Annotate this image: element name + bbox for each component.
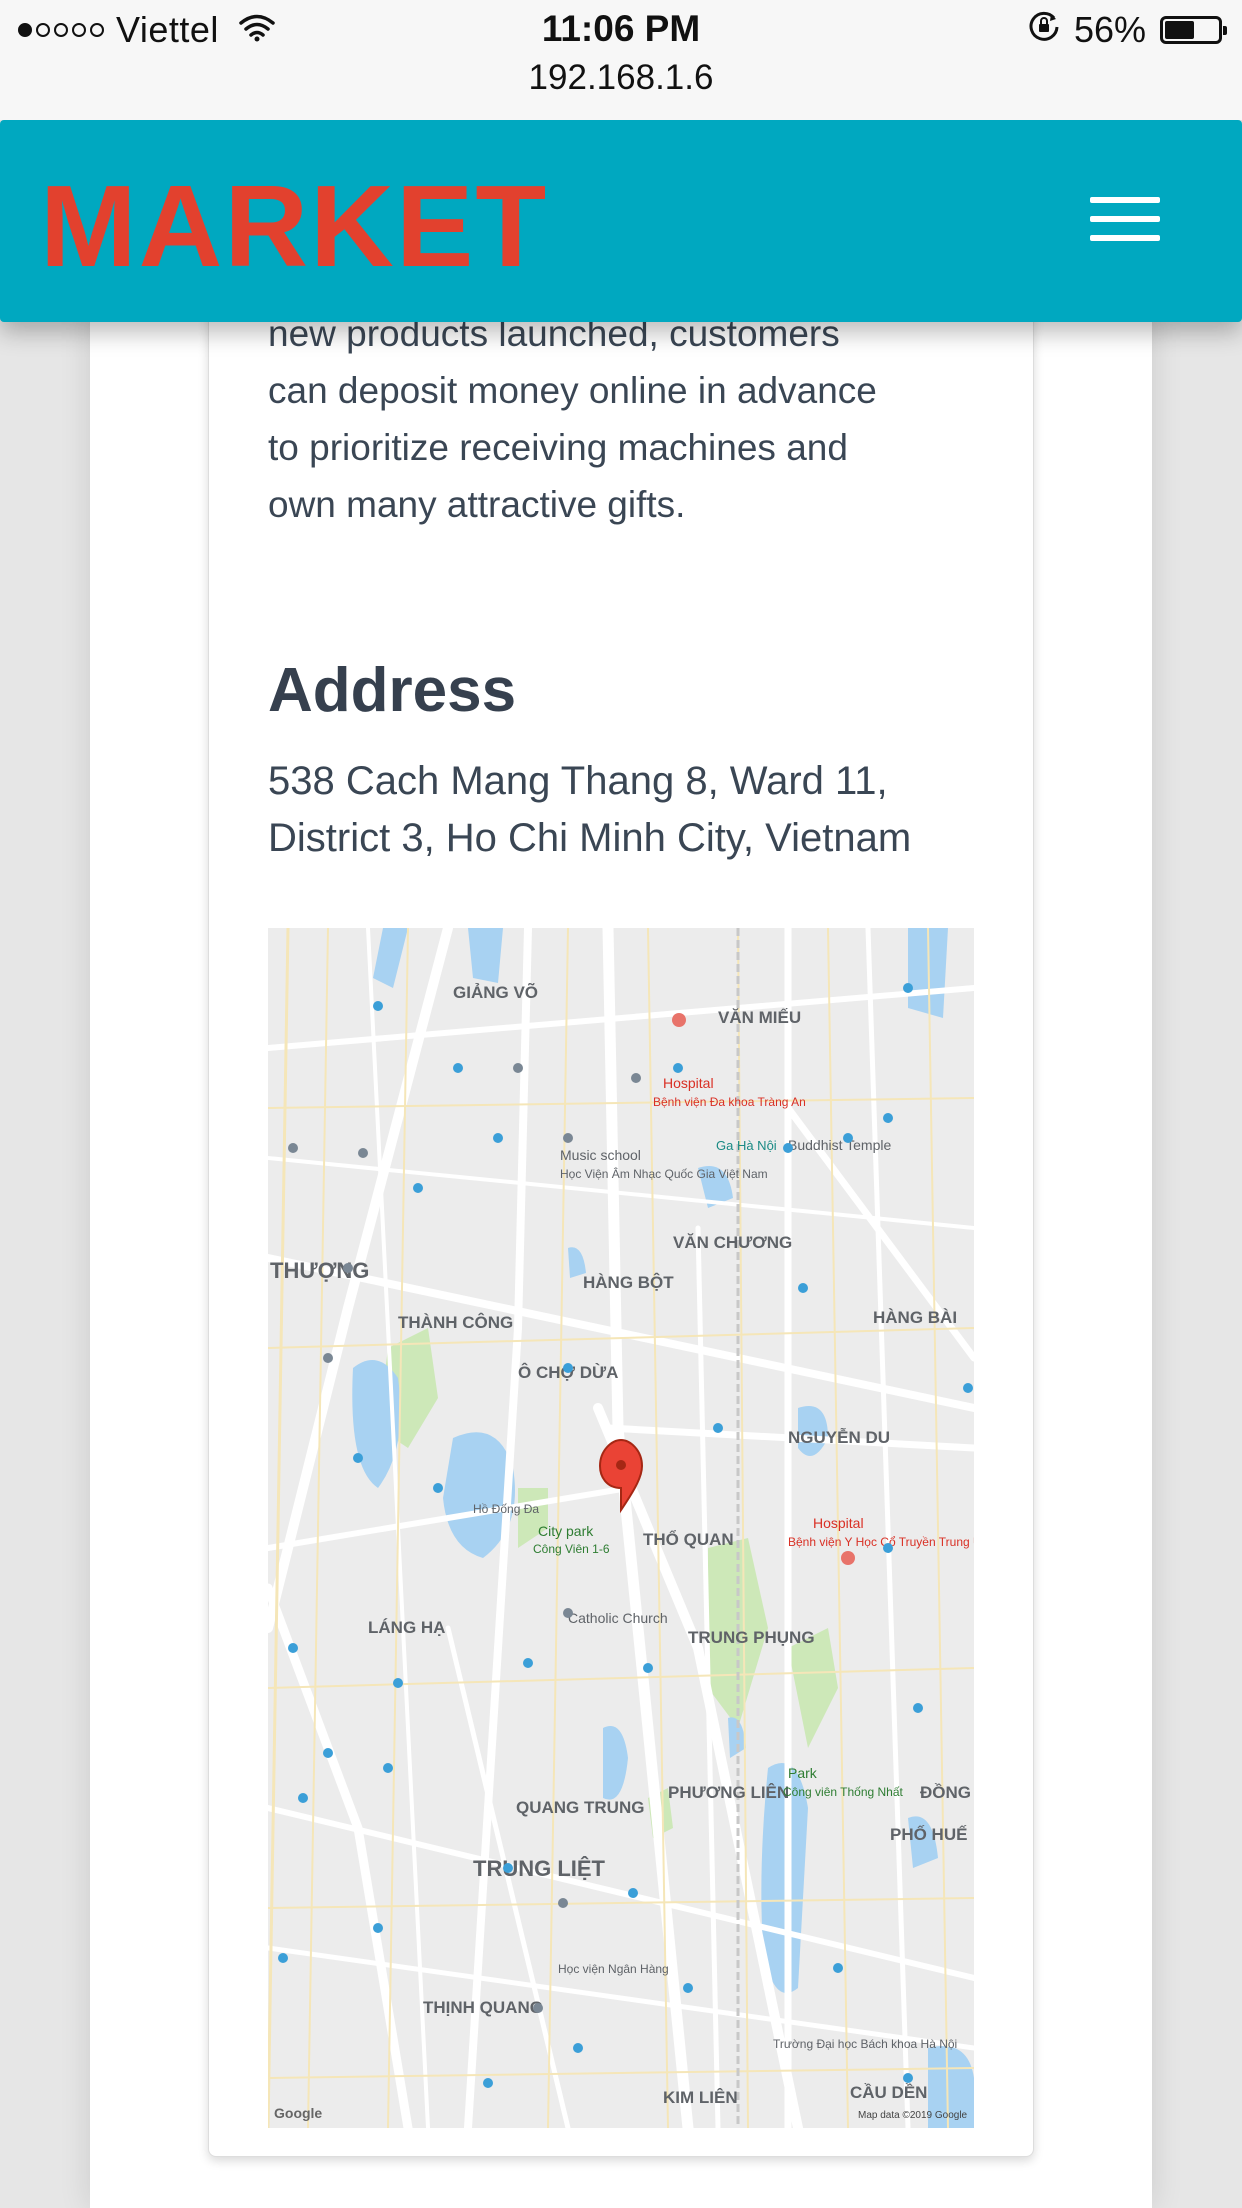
description-text: new products launched, customers can dep… <box>268 313 877 525</box>
map-canvas[interactable]: GIẢNG VÕ VĂN MIẾU VĂN CHƯƠNG HÀNG BỘT HÀ… <box>268 928 974 2128</box>
svg-text:Học Viện Âm Nhạc Quốc Gia Việt: Học Viện Âm Nhạc Quốc Gia Việt Nam <box>560 1166 768 1181</box>
svg-text:TRUNG PHỤNG: TRUNG PHỤNG <box>688 1628 815 1647</box>
battery-percentage: 56% <box>1073 9 1146 50</box>
svg-text:Catholic Church: Catholic Church <box>568 1610 668 1626</box>
address-text: 538 Cach Mang Thang 8, Ward 11, District… <box>268 759 912 860</box>
svg-text:NGUYỄN DU: NGUYỄN DU <box>788 1428 890 1447</box>
map-label-giang-vo: GIẢNG VÕ <box>453 982 538 1002</box>
battery-fill <box>1165 21 1194 39</box>
svg-text:Công viên Thống Nhất: Công viên Thống Nhất <box>783 1785 904 1799</box>
svg-text:LÁNG HẠ: LÁNG HẠ <box>368 1618 445 1637</box>
battery-icon <box>1160 16 1227 44</box>
google-attribution: Google <box>274 2105 322 2121</box>
svg-text:Park: Park <box>788 1765 818 1781</box>
svg-text:Buddhist Temple: Buddhist Temple <box>788 1137 891 1153</box>
svg-text:ĐỒNG XUÂN: ĐỒNG XUÂN <box>920 1783 974 1802</box>
svg-text:Bệnh viện Đa khoa Tràng An: Bệnh viện Đa khoa Tràng An <box>653 1095 806 1109</box>
svg-text:Trường Đại học Bách khoa Hà Nộ: Trường Đại học Bách khoa Hà Nội <box>773 2037 957 2051</box>
google-map[interactable]: GIẢNG VÕ VĂN MIẾU VĂN CHƯƠNG HÀNG BỘT HÀ… <box>268 928 974 2128</box>
svg-text:Học viện Ngân Hàng: Học viện Ngân Hàng <box>558 1962 669 1976</box>
svg-text:VĂN CHƯƠNG: VĂN CHƯƠNG <box>673 1233 792 1252</box>
svg-text:Hospital: Hospital <box>663 1075 714 1091</box>
svg-text:PHƯƠNG LIÊN: PHƯƠNG LIÊN <box>668 1783 789 1802</box>
svg-text:Music school: Music school <box>560 1147 641 1163</box>
rotation-lock-icon <box>1028 9 1060 51</box>
svg-text:City park: City park <box>538 1523 594 1539</box>
svg-text:KIM LIÊN: KIM LIÊN <box>663 2088 738 2107</box>
svg-text:Công Viên 1-6: Công Viên 1-6 <box>533 1542 610 1556</box>
svg-text:THƯỢNG: THƯỢNG <box>270 1258 369 1283</box>
address-bar-url[interactable]: 192.168.1.6 <box>0 58 1242 98</box>
svg-text:VĂN MIẾU: VĂN MIẾU <box>718 1008 801 1027</box>
address-heading: Address <box>268 656 517 725</box>
hamburger-menu-icon[interactable] <box>1090 197 1160 245</box>
svg-text:THỔ QUAN: THỔ QUAN <box>643 1530 734 1549</box>
svg-text:HÀNG BỘT: HÀNG BỘT <box>583 1273 674 1292</box>
svg-text:Hospital: Hospital <box>813 1515 864 1531</box>
svg-text:TRUNG LIỆT: TRUNG LIỆT <box>473 1856 606 1881</box>
svg-text:Hồ Đống Đa: Hồ Đống Đa <box>473 1502 539 1516</box>
svg-text:Bệnh viện Y Học Cổ Truyền Trun: Bệnh viện Y Học Cổ Truyền Trung Ương <box>788 1535 974 1549</box>
market-logo[interactable]: MARKET <box>40 168 548 284</box>
svg-text:HÀNG BÀI: HÀNG BÀI <box>873 1308 957 1327</box>
svg-text:THỊNH QUANG: THỊNH QUANG <box>423 1998 543 2017</box>
svg-text:PHỐ HUẾ: PHỐ HUẾ <box>890 1824 967 1844</box>
svg-text:Ga Hà Nội: Ga Hà Nội <box>716 1138 777 1153</box>
status-bar: Viettel 11:06 PM 192.168.1.6 56% <box>0 0 1242 120</box>
svg-text:CẦU DỀN: CẦU DỀN <box>850 2083 927 2102</box>
svg-text:THÀNH CÔNG: THÀNH CÔNG <box>398 1313 513 1332</box>
map-copyright: Map data ©2019 Google <box>858 2110 968 2121</box>
svg-text:QUANG TRUNG: QUANG TRUNG <box>516 1798 644 1817</box>
